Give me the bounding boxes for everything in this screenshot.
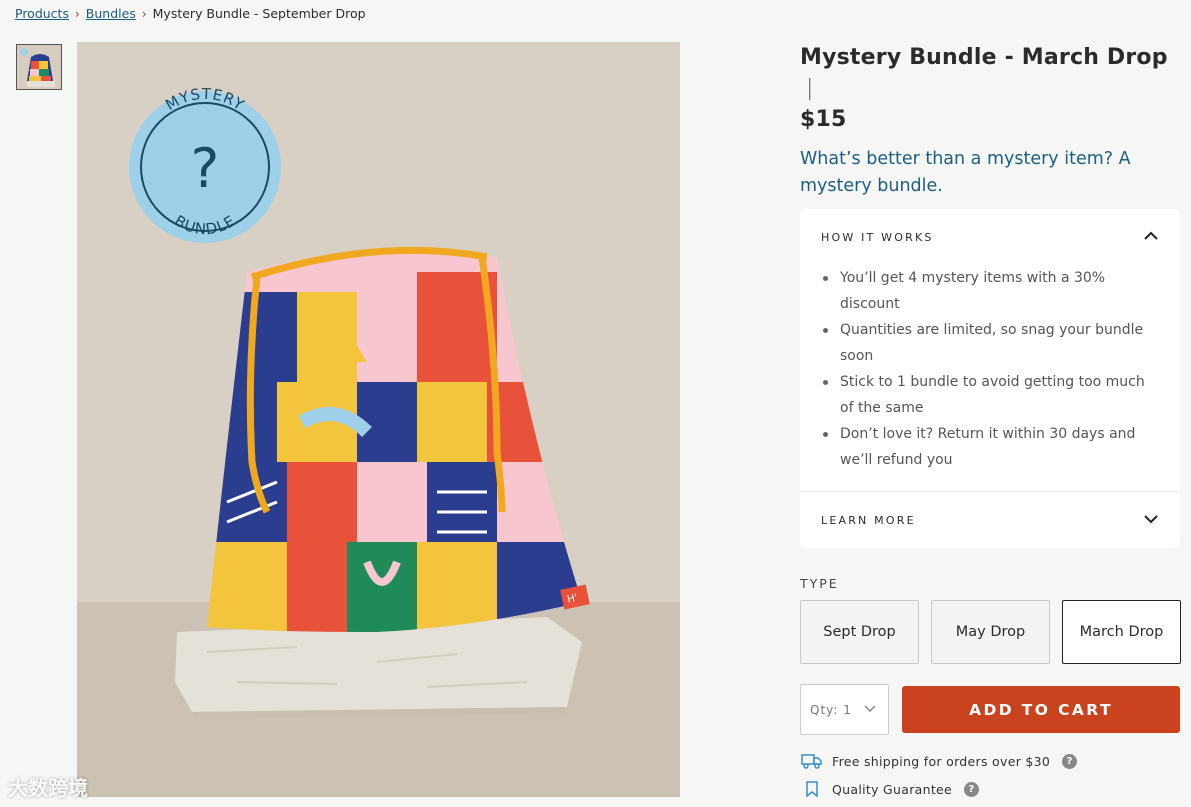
- product-details: Mystery Bundle - March Drop | $15 What’s…: [800, 42, 1182, 797]
- breadcrumb-current: Mystery Bundle - September Drop: [152, 6, 366, 21]
- list-item: Don’t love it? Return it within 30 days …: [821, 421, 1158, 473]
- watermark: 大数跨境: [8, 776, 88, 800]
- product-price: $15: [800, 107, 847, 132]
- type-option-march-drop[interactable]: March Drop: [1062, 600, 1181, 664]
- guarantee-info: Quality Guarantee ?: [800, 781, 1182, 797]
- list-item: Stick to 1 bundle to avoid getting too m…: [821, 369, 1158, 421]
- breadcrumb-products-link[interactable]: Products: [15, 6, 69, 21]
- list-item: Quantities are limited, so snag your bun…: [821, 317, 1158, 369]
- product-tagline: What’s better than a mystery item? A mys…: [800, 149, 1131, 196]
- type-label: TYPE: [800, 576, 839, 591]
- guarantee-text: Quality Guarantee: [832, 781, 953, 797]
- type-option-may-drop[interactable]: May Drop: [931, 600, 1050, 664]
- list-item: You’ll get 4 mystery items with a 30% di…: [821, 265, 1158, 317]
- product-accordion: HOW IT WORKS You’ll get 4 mystery items …: [800, 209, 1180, 548]
- breadcrumb-bundles-link[interactable]: Bundles: [86, 6, 136, 21]
- product-thumbnail[interactable]: [16, 44, 62, 90]
- product-title: Mystery Bundle - March Drop: [800, 45, 1168, 70]
- type-options: Sept Drop May Drop March Drop: [800, 600, 1182, 664]
- breadcrumb: Products › Bundles › Mystery Bundle - Se…: [15, 6, 366, 21]
- help-icon[interactable]: ?: [1062, 753, 1078, 769]
- chevron-up-icon[interactable]: [1144, 229, 1158, 245]
- shipping-info: Free shipping for orders over $30 ?: [800, 753, 1182, 769]
- chevron-down-icon[interactable]: [1144, 512, 1158, 528]
- quantity-value: Qty: 1: [810, 702, 852, 717]
- chevron-down-icon: [864, 702, 876, 716]
- quantity-select[interactable]: Qty: 1: [800, 684, 889, 735]
- accordion-learn-more-label: LEARN MORE: [821, 513, 916, 527]
- breadcrumb-separator-icon: ›: [74, 6, 80, 21]
- product-image[interactable]: H' MYSTERY BUNDLE ?: [77, 42, 680, 797]
- question-mark-icon: ?: [191, 137, 220, 200]
- accordion-how-it-works-label: HOW IT WORKS: [821, 230, 934, 244]
- type-option-sept-drop[interactable]: Sept Drop: [800, 600, 919, 664]
- accordion-learn-more[interactable]: LEARN MORE: [800, 492, 1180, 548]
- help-icon[interactable]: ?: [964, 781, 980, 797]
- bookmark-icon: [800, 781, 824, 797]
- shipping-text: Free shipping for orders over $30: [832, 753, 1051, 769]
- title-divider: |: [806, 76, 814, 101]
- truck-icon: [800, 753, 824, 769]
- breadcrumb-separator-icon: ›: [141, 6, 147, 21]
- accordion-how-it-works-body: You’ll get 4 mystery items with a 30% di…: [800, 265, 1180, 491]
- add-to-cart-button[interactable]: ADD TO CART: [902, 686, 1180, 733]
- cart-row: Qty: 1 ADD TO CART: [800, 684, 1182, 735]
- page-title: Mystery Bundle - March Drop | $15: [800, 42, 1182, 135]
- accordion-how-it-works[interactable]: HOW IT WORKS: [800, 209, 1180, 265]
